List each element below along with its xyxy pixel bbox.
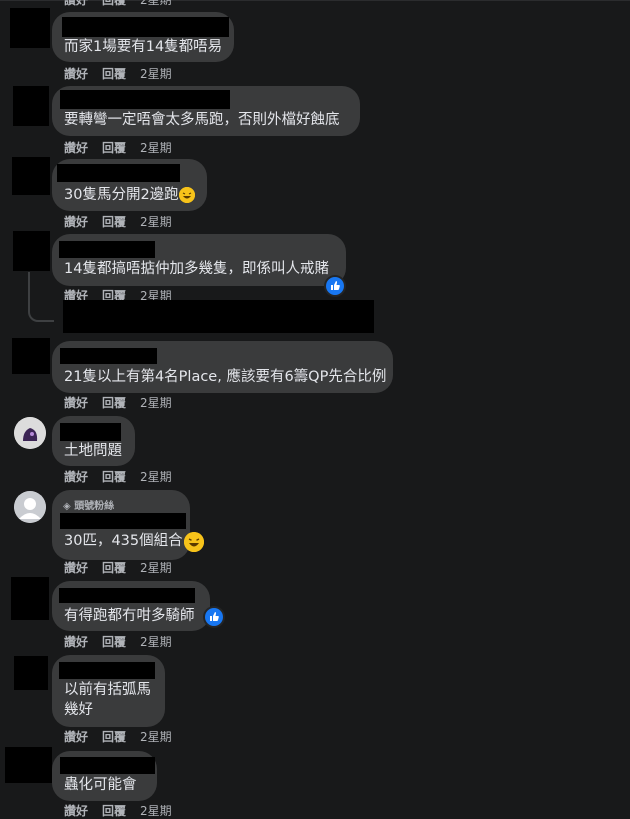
redacted-author-name[interactable]: [59, 662, 155, 679]
comment-0-actions: 讚好 回覆 2星期: [64, 0, 172, 8]
like-button[interactable]: 讚好: [64, 395, 88, 411]
timestamp[interactable]: 2星期: [140, 395, 172, 411]
comment-text: 有得跑都冇咁多騎師: [64, 608, 195, 624]
avatar[interactable]: [13, 86, 49, 126]
laughing-emoji-icon: [179, 187, 195, 203]
avatar[interactable]: [12, 338, 50, 374]
reply-button[interactable]: 回覆: [102, 140, 126, 156]
reply-thread-line: [28, 272, 54, 322]
timestamp[interactable]: 2星期: [140, 560, 172, 576]
avatar[interactable]: [12, 157, 50, 195]
timestamp[interactable]: 2星期: [140, 140, 172, 156]
diamond-icon: ◈: [63, 501, 71, 512]
timestamp[interactable]: 2星期: [140, 0, 172, 8]
reply-button[interactable]: 回覆: [102, 803, 126, 819]
comment-text: 土地問題: [64, 443, 122, 459]
redacted-author-name[interactable]: [59, 241, 155, 258]
comment-text: 蟲化可能會: [64, 777, 137, 793]
redacted-author-name[interactable]: [60, 423, 121, 441]
comment-text: 而家1場要有14隻都唔易: [64, 39, 223, 55]
redacted-author-name[interactable]: [60, 90, 230, 109]
laughing-emoji-icon: [184, 532, 204, 552]
redacted-author-name[interactable]: [60, 348, 157, 364]
top-fan-badge: ◈ 頭號粉絲: [63, 501, 115, 512]
timestamp[interactable]: 2星期: [140, 214, 172, 230]
comment-text: 要轉彎一定唔會太多馬跑，否則外檔好蝕底: [64, 112, 340, 128]
comment-text: 14隻都搞唔掂仲加多幾隻，即係叫人戒賭: [64, 261, 329, 277]
like-button[interactable]: 讚好: [64, 0, 88, 8]
comment-text-line-1: 以前有括弧馬: [64, 682, 151, 698]
redacted-replies-link[interactable]: [63, 300, 374, 333]
like-button[interactable]: 讚好: [64, 560, 88, 576]
timestamp[interactable]: 2星期: [140, 66, 172, 82]
comment-actions: 讚好 回覆 2星期: [64, 560, 172, 576]
comment-actions: 讚好 回覆 2星期: [64, 140, 172, 156]
redacted-author-name[interactable]: [57, 164, 180, 182]
reply-button[interactable]: 回覆: [102, 66, 126, 82]
comment-text: 30隻馬分開2邊跑: [64, 187, 179, 203]
redacted-author-name[interactable]: [60, 757, 155, 774]
avatar[interactable]: [13, 231, 50, 271]
timestamp[interactable]: 2星期: [140, 634, 172, 650]
like-button[interactable]: 讚好: [64, 214, 88, 230]
comment-actions: 讚好 回覆 2星期: [64, 469, 172, 485]
timestamp[interactable]: 2星期: [140, 469, 172, 485]
comment-actions: 讚好 回覆 2星期: [64, 729, 172, 745]
reply-button[interactable]: 回覆: [102, 634, 126, 650]
reply-button[interactable]: 回覆: [102, 560, 126, 576]
like-button[interactable]: 讚好: [64, 634, 88, 650]
default-avatar-icon[interactable]: [14, 491, 46, 523]
avatar[interactable]: [14, 417, 46, 449]
reply-button[interactable]: 回覆: [102, 0, 126, 8]
avatar[interactable]: [10, 8, 50, 48]
avatar[interactable]: [11, 577, 49, 620]
like-reaction-icon[interactable]: [205, 608, 223, 626]
reply-button[interactable]: 回覆: [102, 469, 126, 485]
comment-actions: 讚好 回覆 2星期: [64, 395, 172, 411]
comment-actions: 讚好 回覆 2星期: [64, 214, 172, 230]
like-button[interactable]: 讚好: [64, 66, 88, 82]
avatar[interactable]: [14, 656, 48, 690]
comment-text: 30匹，435個組合: [64, 533, 183, 549]
reply-button[interactable]: 回覆: [102, 214, 126, 230]
reply-button[interactable]: 回覆: [102, 395, 126, 411]
like-button[interactable]: 讚好: [64, 140, 88, 156]
redacted-author-name[interactable]: [60, 513, 186, 529]
reply-button[interactable]: 回覆: [102, 729, 126, 745]
timestamp[interactable]: 2星期: [140, 803, 172, 819]
avatar[interactable]: [5, 747, 52, 783]
like-button[interactable]: 讚好: [64, 469, 88, 485]
comment-actions: 讚好 回覆 2星期: [64, 803, 172, 819]
comment-actions: 讚好 回覆 2星期: [64, 634, 172, 650]
like-reaction-icon[interactable]: [326, 277, 344, 295]
comment-text-line-2: 幾好: [64, 702, 93, 718]
comment-actions: 讚好 回覆 2星期: [64, 66, 172, 82]
redacted-author-name[interactable]: [59, 588, 195, 603]
like-button[interactable]: 讚好: [64, 803, 88, 819]
redacted-author-name[interactable]: [62, 17, 229, 37]
like-button[interactable]: 讚好: [64, 729, 88, 745]
comment-text: 21隻以上有第4名Place, 應該要有6籌QP先合比例: [64, 369, 387, 385]
timestamp[interactable]: 2星期: [140, 729, 172, 745]
